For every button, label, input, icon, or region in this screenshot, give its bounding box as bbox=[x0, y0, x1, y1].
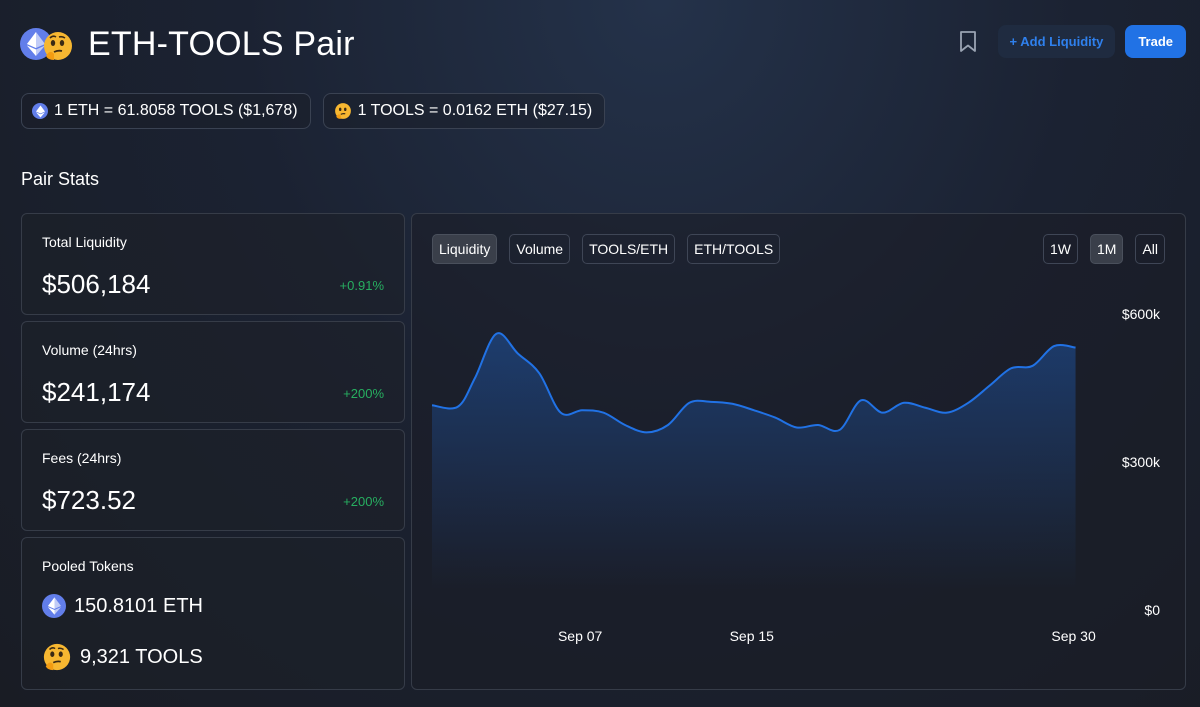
y-tick-label: $0 bbox=[1144, 602, 1160, 618]
eth-logo-icon bbox=[42, 594, 66, 618]
chart-card: $0 $300k $600k Sep 07 Sep 15 Sep 30 Liquidity… bbox=[411, 213, 1186, 690]
volume-card: Volume (24hrs) $241,174 +200% bbox=[21, 321, 405, 423]
liquidity-chart: $0 $300k $600k Sep 07 Sep 15 Sep 30 bbox=[431, 306, 1161, 644]
thinking-face-icon bbox=[334, 103, 351, 119]
pooled-eth-row: 150.8101 ETH bbox=[42, 594, 203, 618]
stat-value: $241,174 bbox=[42, 377, 151, 407]
section-title: Pair Stats bbox=[21, 169, 100, 189]
header-actions: + Add Liquidity Trade bbox=[956, 25, 1186, 58]
add-liquidity-button[interactable]: + Add Liquidity bbox=[997, 25, 1116, 58]
stat-label: Fees (24hrs) bbox=[42, 450, 122, 466]
pooled-eth-amount: 150.8101 ETH bbox=[74, 594, 203, 617]
bookmark-icon[interactable] bbox=[956, 30, 980, 54]
rate-chips: 1 ETH = 61.8058 TOOLS ($1,678) 1 TOOLS =… bbox=[21, 93, 606, 129]
pooled-tokens-card: Pooled Tokens 150.8101 ETH 9,321 TOOLS bbox=[21, 537, 405, 690]
tab-liquidity[interactable]: Liquidity bbox=[432, 234, 498, 264]
tab-volume[interactable]: Volume bbox=[509, 234, 571, 264]
stat-label: Pooled Tokens bbox=[42, 558, 134, 574]
range-all[interactable]: All bbox=[1135, 234, 1165, 264]
pooled-tools-row: 9,321 TOOLS bbox=[42, 642, 203, 672]
thinking-face-icon bbox=[44, 32, 72, 60]
tools-rate-chip[interactable]: 1 TOOLS = 0.0162 ETH ($27.15) bbox=[322, 93, 606, 129]
chart-type-tabs: Liquidity Volume TOOLS/ETH ETH/TOOLS bbox=[432, 234, 781, 264]
fees-card: Fees (24hrs) $723.52 +200% bbox=[21, 429, 405, 531]
total-liquidity-card: Total Liquidity $506,184 +0.91% bbox=[21, 213, 405, 315]
stat-change: +0.91% bbox=[339, 278, 384, 293]
tools-rate-text: 1 TOOLS = 0.0162 ETH ($27.15) bbox=[357, 102, 593, 119]
x-tick-label: Sep 07 bbox=[558, 628, 603, 644]
eth-rate-chip[interactable]: 1 ETH = 61.8058 TOOLS ($1,678) bbox=[21, 93, 311, 129]
time-range-tabs: 1W 1M All bbox=[1042, 234, 1165, 264]
stat-value: $723.52 bbox=[42, 485, 136, 515]
stat-value: $506,184 bbox=[42, 269, 151, 299]
thinking-face-icon bbox=[43, 643, 71, 671]
range-1m[interactable]: 1M bbox=[1089, 234, 1124, 264]
page-title: ETH-TOOLS Pair bbox=[88, 24, 355, 63]
range-1w[interactable]: 1W bbox=[1042, 234, 1078, 264]
stat-change: +200% bbox=[343, 386, 384, 401]
tab-tools-eth[interactable]: TOOLS/ETH bbox=[582, 234, 676, 264]
stat-label: Volume (24hrs) bbox=[42, 342, 137, 358]
y-tick-label: $300k bbox=[1122, 454, 1161, 470]
y-tick-label: $600k bbox=[1122, 306, 1161, 322]
eth-rate-text: 1 ETH = 61.8058 TOOLS ($1,678) bbox=[54, 102, 298, 119]
stat-label: Total Liquidity bbox=[42, 234, 127, 250]
trade-button[interactable]: Trade bbox=[1125, 25, 1186, 58]
x-tick-label: Sep 15 bbox=[730, 628, 775, 644]
pair-logo bbox=[20, 26, 76, 62]
stat-change: +200% bbox=[343, 494, 384, 509]
header: ETH-TOOLS Pair bbox=[20, 24, 355, 64]
liquidity-area bbox=[432, 333, 1076, 590]
pooled-tools-amount: 9,321 TOOLS bbox=[80, 645, 203, 668]
x-tick-label: Sep 30 bbox=[1051, 628, 1096, 644]
eth-logo-icon bbox=[32, 103, 48, 119]
tab-eth-tools[interactable]: ETH/TOOLS bbox=[687, 234, 781, 264]
